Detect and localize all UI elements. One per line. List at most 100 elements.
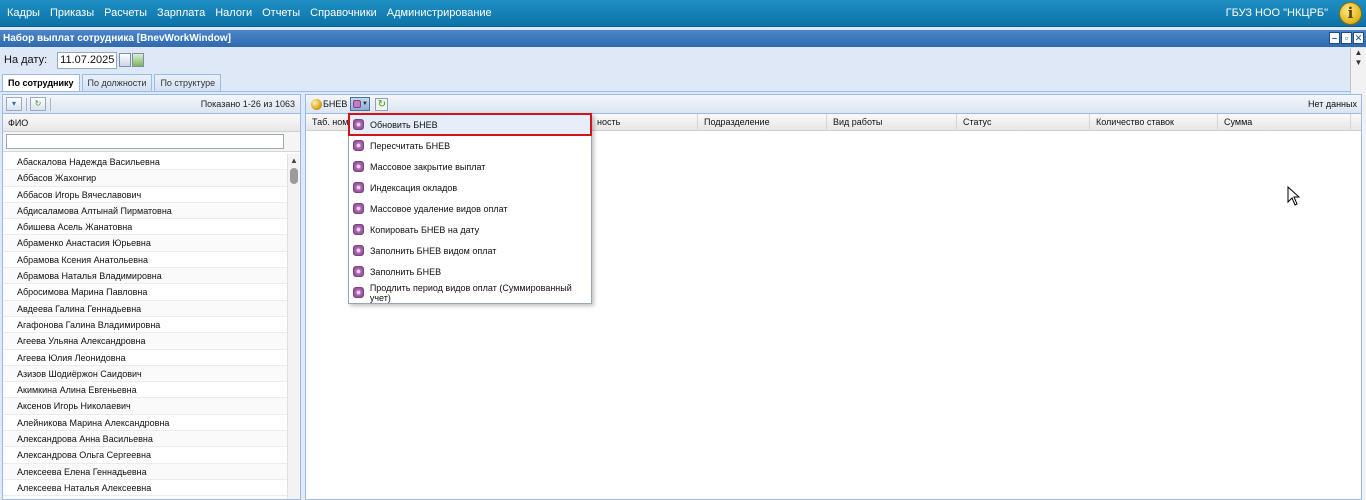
- menu-item-label: Массовое закрытие выплат: [370, 161, 486, 172]
- menu-prikazy[interactable]: Приказы: [45, 7, 99, 19]
- list-item[interactable]: Абдисаламова Алтынай Пирматовна: [3, 202, 287, 220]
- grid-status: Нет данных: [1308, 99, 1357, 109]
- menu-item-label: Продлить период видов оплат (Суммированн…: [369, 282, 572, 303]
- tab-by-employee[interactable]: По сотруднику: [2, 74, 80, 92]
- gear-icon: [353, 203, 364, 214]
- fio-filter-input[interactable]: [6, 134, 284, 149]
- menu-item-fill-bnev[interactable]: Заполнить БНЕВ: [349, 261, 591, 282]
- menu-item-mass-close-payments[interactable]: Массовое закрытие выплат: [349, 156, 591, 177]
- info-icon[interactable]: i: [1339, 2, 1362, 25]
- bnev-button[interactable]: БНЕВ: [311, 98, 348, 110]
- gear-icon: [353, 224, 364, 235]
- column-work-type[interactable]: Вид работы: [827, 114, 957, 131]
- list-item[interactable]: Александрова Ольга Сергеевна: [3, 447, 287, 464]
- bnev-toolbar: БНЕВ ▼ ↻ Нет данных: [306, 95, 1361, 114]
- actions-menu: Обновить БНЕВ Пересчитать БНЕВ Массовое …: [348, 113, 592, 304]
- menu-spravochniki[interactable]: Справочники: [305, 7, 382, 19]
- main-menu: Кадры Приказы Расчеты Зарплата Налоги От…: [2, 7, 497, 19]
- column-department[interactable]: Подразделение: [698, 114, 827, 131]
- gear-icon: [353, 140, 364, 151]
- column-amount[interactable]: Сумма: [1218, 114, 1351, 131]
- gear-icon: [353, 182, 364, 193]
- tab-divider: [0, 91, 1350, 92]
- list-item[interactable]: Абраменко Анастасия Юрьевна: [3, 235, 287, 252]
- menu-item-mass-delete-pay-types[interactable]: Массовое удаление видов оплат: [349, 198, 591, 219]
- scroll-down-icon[interactable]: ▼: [1351, 58, 1366, 68]
- top-menu-bar: Кадры Приказы Расчеты Зарплата Налоги От…: [0, 0, 1366, 27]
- column-rate-count[interactable]: Количество ставок: [1090, 114, 1218, 131]
- date-field[interactable]: 11.07.2025: [57, 51, 118, 69]
- menu-item-label: Пересчитать БНЕВ: [370, 140, 451, 151]
- actions-dropdown-button[interactable]: ▼: [350, 97, 371, 111]
- menu-raschety[interactable]: Расчеты: [99, 7, 152, 19]
- restore-icon[interactable]: ▫: [1341, 32, 1352, 44]
- tab-by-structure[interactable]: По структуре: [154, 74, 222, 91]
- menu-administrirovanie[interactable]: Администрирование: [382, 7, 497, 19]
- mouse-cursor-icon: [1287, 186, 1301, 206]
- column-status[interactable]: Статус: [957, 114, 1090, 131]
- scroll-up-icon[interactable]: ▲: [1351, 48, 1366, 58]
- minimize-icon[interactable]: –: [1329, 32, 1340, 44]
- date-label: На дату:: [4, 54, 48, 66]
- refresh-icon[interactable]: ↻: [30, 97, 46, 111]
- list-item[interactable]: Авдеева Галина Геннадьевна: [3, 300, 287, 317]
- list-item[interactable]: Александрова Анна Васильевна: [3, 431, 287, 448]
- menu-item-label: Массовое удаление видов оплат: [370, 203, 508, 214]
- menu-item-recalculate-bnev[interactable]: Пересчитать БНЕВ: [349, 135, 591, 156]
- menu-item-label: Копировать БНЕВ на дату: [370, 224, 480, 235]
- window-controls: – ▫ ✕: [1329, 32, 1364, 44]
- menu-kadry[interactable]: Кадры: [2, 7, 45, 19]
- gear-icon: [353, 266, 364, 277]
- employee-list-scrollbar[interactable]: ▲: [287, 154, 300, 499]
- organization-name: ГБУЗ НОО "НКЦРБ": [1225, 7, 1328, 19]
- menu-item-copy-bnev-to-date[interactable]: Копировать БНЕВ на дату: [349, 219, 591, 240]
- refresh-icon[interactable]: ↻: [375, 97, 389, 111]
- menu-item-update-bnev[interactable]: Обновить БНЕВ: [348, 113, 592, 136]
- list-item[interactable]: Агафонова Галина Владимировна: [3, 317, 287, 334]
- list-item[interactable]: Абросимова Марина Павловна: [3, 284, 287, 301]
- menu-item-extend-pay-period[interactable]: Продлить период видов оплат (Суммированн…: [349, 282, 591, 303]
- chevron-down-icon: ▼: [361, 101, 368, 107]
- menu-item-label: Заполнить БНЕВ: [370, 266, 442, 277]
- paging-info: Показано 1-26 из 1063: [200, 99, 295, 109]
- window-title: Набор выплат сотрудника [BnevWorkWindow]: [3, 33, 231, 44]
- menu-item-label: Заполнить БНЕВ видом оплат: [370, 245, 497, 256]
- apply-date-icon[interactable]: [132, 53, 145, 67]
- menu-item-fill-bnev-pay-type[interactable]: Заполнить БНЕВ видом оплат: [349, 240, 591, 261]
- scroll-thumb[interactable]: [290, 168, 298, 184]
- menu-otchety[interactable]: Отчеты: [257, 7, 305, 19]
- gear-icon: [353, 245, 364, 256]
- menu-nalogi[interactable]: Налоги: [210, 7, 257, 19]
- bnev-label: БНЕВ: [323, 99, 348, 109]
- list-item[interactable]: Алексеева Елена Геннадьевна: [3, 463, 287, 480]
- date-toolbar: На дату: 11.07.2025: [0, 48, 1350, 72]
- list-item[interactable]: Аббасов Игорь Вячеславович: [3, 187, 287, 203]
- export-icon[interactable]: ▾: [6, 97, 22, 111]
- menu-item-salary-indexation[interactable]: Индексация окладов: [349, 177, 591, 198]
- list-item[interactable]: Аксенов Игорь Николаевич: [3, 398, 287, 415]
- list-item[interactable]: Абаскалова Надежда Васильевна: [3, 154, 287, 171]
- menu-zarplata[interactable]: Зарплата: [152, 7, 210, 19]
- list-item[interactable]: Абрамова Наталья Владимировна: [3, 268, 287, 285]
- list-item[interactable]: Абишева Асель Жанатовна: [3, 219, 287, 236]
- column-header-fio[interactable]: ФИО: [3, 114, 300, 132]
- tab-by-position[interactable]: По должности: [81, 74, 153, 91]
- employee-list: Абаскалова Надежда Васильевна Аббасов Жа…: [3, 154, 287, 497]
- close-icon[interactable]: ✕: [1353, 32, 1364, 44]
- list-item[interactable]: Алейникова Марина Александровна: [3, 415, 287, 432]
- list-item[interactable]: Агеева Ульяна Александровна: [3, 333, 287, 350]
- scroll-up-icon[interactable]: ▲: [288, 156, 300, 165]
- employee-panel: ▾ ↻ Показано 1-26 из 1063 ФИО Абаскалова…: [2, 94, 301, 500]
- list-item[interactable]: Алексеева Наталья Алексеевна: [3, 480, 287, 497]
- column-position[interactable]: ность: [591, 114, 698, 131]
- list-item[interactable]: Абрамова Ксения Анатольевна: [3, 252, 287, 269]
- list-item[interactable]: Агеева Юлия Леонидовна: [3, 350, 287, 366]
- toolbar-separator: [26, 97, 27, 111]
- list-item[interactable]: Азизов Шодиёржон Саидович: [3, 365, 287, 383]
- calendar-icon[interactable]: [119, 53, 132, 67]
- gear-icon: [353, 161, 364, 172]
- list-item[interactable]: Акимкина Алина Евгеньевна: [3, 382, 287, 399]
- employee-toolbar: ▾ ↻ Показано 1-26 из 1063: [3, 95, 300, 114]
- gear-icon: [352, 100, 361, 108]
- list-item[interactable]: Аббасов Жахонгир: [3, 170, 287, 187]
